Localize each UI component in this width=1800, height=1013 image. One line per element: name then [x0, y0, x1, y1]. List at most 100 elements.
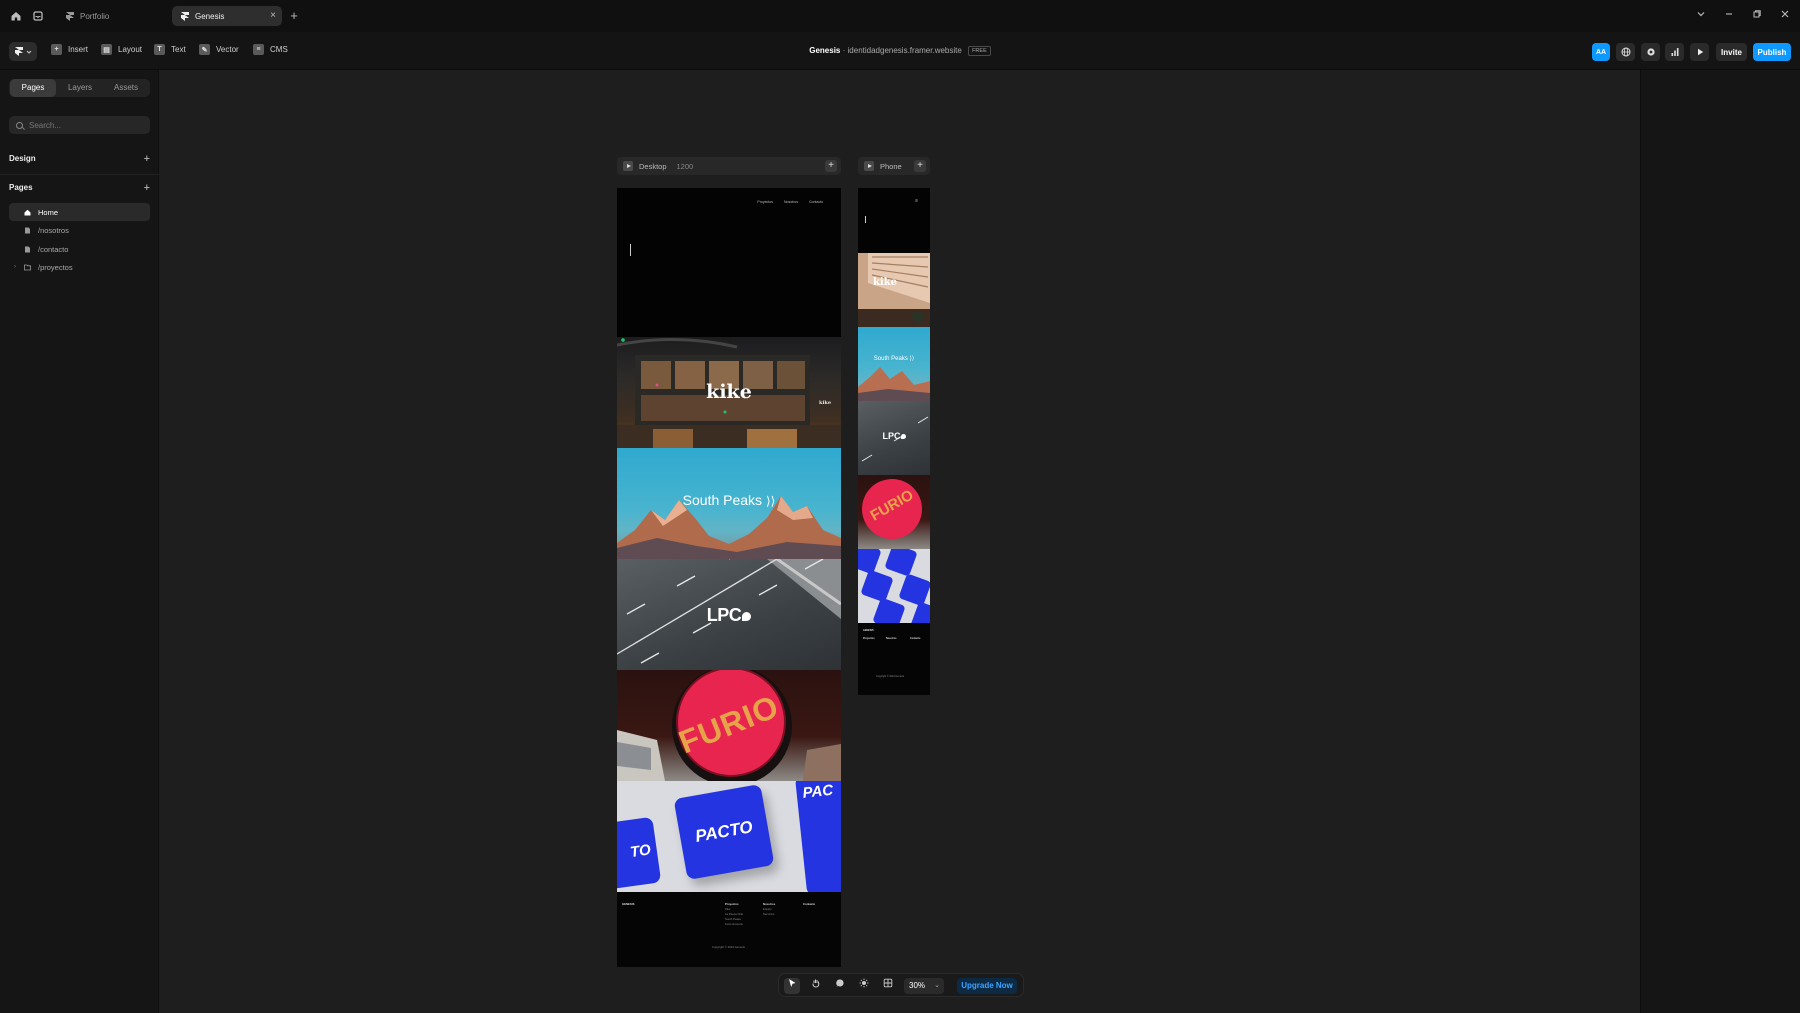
footer-brand: GENESIS [622, 902, 635, 906]
settings-icon[interactable] [1641, 43, 1660, 61]
footer-link[interactable]: Kike [725, 907, 730, 911]
globe-icon[interactable] [1616, 43, 1635, 61]
font-settings-button[interactable]: AA [1592, 43, 1610, 61]
footer-copyright: Copyright © 2024 Genesis [712, 945, 745, 949]
footer-col-title: Proyectos [725, 902, 739, 906]
phone-hero-section[interactable]: ≡ [858, 188, 930, 253]
canvas-toolbar: 30% ⌄ Upgrade Now [778, 973, 1024, 997]
page-item-proyectos[interactable]: › /proyectos [9, 258, 150, 276]
phone-footer[interactable]: GENESIS Proyectos Nosotros Contacto Copy… [858, 623, 930, 695]
desktop-footer[interactable]: GENESIS Proyectos Kike La Pesca Club Sou… [617, 892, 841, 967]
search-input[interactable] [29, 120, 139, 130]
home-icon [24, 209, 31, 216]
close-tab-icon[interactable]: × [270, 10, 276, 21]
canvas[interactable]: Desktop 1200 + Phone + Proyectos Nosotro… [159, 70, 1640, 1013]
footer-link[interactable]: Equipo [763, 907, 772, 911]
play-icon[interactable] [623, 161, 633, 171]
phone-card-lpc[interactable]: LPC [858, 401, 930, 475]
footer-link[interactable]: Furio Grocerie [725, 922, 743, 926]
lpc-mark-icon [900, 434, 906, 439]
nav-link[interactable]: Contacto [809, 200, 823, 204]
invite-button[interactable]: Invite [1716, 43, 1747, 61]
phone-footer-col: Nosotros [886, 637, 897, 641]
mountains-image [858, 367, 930, 401]
footer-copyright: Copyright © 2024 Genesis [876, 675, 905, 678]
add-design-icon[interactable]: + [144, 153, 150, 165]
phone-frame-header[interactable]: Phone + [858, 157, 930, 175]
footer-col-title: Nosotros [886, 637, 897, 640]
inbox-icon[interactable] [32, 10, 44, 22]
new-tab-button[interactable]: + [288, 9, 300, 22]
nav-link[interactable]: Nosotros [784, 200, 798, 204]
chevron-right-icon[interactable]: › [14, 264, 16, 270]
framer-icon [181, 11, 189, 21]
design-section-header: Design + [9, 153, 150, 168]
tab-layers[interactable]: Layers [57, 79, 103, 97]
tab-portfolio[interactable]: Portfolio [57, 6, 167, 26]
page-label: /contacto [38, 244, 69, 254]
footer-link[interactable]: La Pesca Club [725, 912, 743, 916]
add-breakpoint-icon[interactable]: + [914, 160, 926, 172]
tab-label: Genesis [195, 11, 225, 21]
project-card-pacto[interactable]: TO PACTO PAC [617, 781, 841, 892]
project-card-kike[interactable]: kike kike [617, 337, 841, 448]
project-name: Genesis [809, 46, 841, 55]
footer-col-proyectos: Proyectos Kike La Pesca Club South Peaks… [725, 902, 743, 927]
pacto-sticker-main: PACTO [673, 783, 775, 881]
phone-card-south-peaks[interactable]: South Peaks ⟩⟩ [858, 327, 930, 401]
chevron-down-icon[interactable] [1694, 9, 1708, 22]
tab-genesis[interactable]: Genesis × [172, 6, 282, 26]
page-icon [24, 246, 31, 253]
kike-sign: kike [818, 400, 831, 406]
page-item-nosotros[interactable]: /nosotros [9, 221, 150, 239]
page-label: /proyectos [38, 262, 73, 272]
phone-card-kike[interactable]: kike [858, 253, 930, 327]
project-card-furio[interactable]: FURIO [617, 670, 841, 781]
south-peaks-mark-icon: ⟩⟩ [909, 356, 915, 362]
phone-footer-content: GENESIS Proyectos [863, 629, 875, 641]
desktop-hero-section[interactable]: Proyectos Nosotros Contacto [617, 188, 841, 337]
close-window-icon[interactable] [1778, 9, 1792, 22]
tab-pages[interactable]: Pages [10, 79, 56, 97]
hand-tool-icon[interactable] [808, 978, 824, 994]
nav-link[interactable]: Proyectos [757, 200, 773, 204]
zoom-dropdown[interactable]: 30% ⌄ [904, 978, 944, 994]
page-item-contacto[interactable]: /contacto [9, 240, 150, 258]
upgrade-button[interactable]: Upgrade Now [957, 978, 1017, 994]
project-card-south-peaks[interactable]: South Peaks ⟩⟩ [617, 448, 841, 559]
publish-button[interactable]: Publish [1753, 43, 1791, 61]
menu-icon[interactable]: ≡ [915, 198, 918, 204]
text-cursor [630, 244, 631, 256]
phone-card-furio[interactable]: FURIO [858, 475, 930, 549]
phone-footer-col: Contacto [910, 637, 920, 641]
analytics-icon[interactable] [1665, 43, 1684, 61]
add-page-icon[interactable]: + [144, 182, 150, 194]
add-breakpoint-icon[interactable]: + [825, 160, 837, 172]
page-item-home[interactable]: Home [9, 203, 150, 221]
minimize-icon[interactable] [1722, 9, 1736, 22]
project-card-lpc[interactable]: LPC [617, 559, 841, 670]
pages-header-label: Pages [9, 183, 33, 192]
theme-toggle-icon[interactable] [856, 978, 872, 994]
phone-card-pacto[interactable] [858, 549, 930, 623]
footer-link[interactable]: South Peaks [725, 917, 741, 921]
tab-assets[interactable]: Assets [103, 79, 149, 97]
title-bar: Portfolio Genesis × + [0, 0, 1800, 32]
footer-brand: GENESIS [863, 629, 874, 632]
comment-tool-icon[interactable] [832, 978, 848, 994]
play-icon[interactable] [864, 161, 874, 171]
grid-view-icon[interactable] [880, 978, 896, 994]
kike-building-image [858, 253, 930, 327]
preview-play-icon[interactable] [1690, 43, 1709, 61]
phone-frame-name: Phone [880, 161, 902, 171]
home-icon[interactable] [10, 10, 22, 22]
restore-icon[interactable] [1750, 9, 1764, 22]
desktop-frame-header[interactable]: Desktop 1200 + [617, 157, 841, 175]
toolbar: + Insert ▤ Layout T Text ✎ Vector ≡ CMS … [0, 32, 1800, 70]
footer-col-title: Contacto [910, 637, 921, 640]
footer-link[interactable]: Servicios [763, 912, 774, 916]
tab-label: Portfolio [80, 11, 110, 21]
search-icon [16, 121, 23, 129]
select-tool-icon[interactable] [784, 978, 800, 994]
document-title[interactable]: Genesis · identidadgenesis.framer.websit… [0, 46, 1800, 56]
